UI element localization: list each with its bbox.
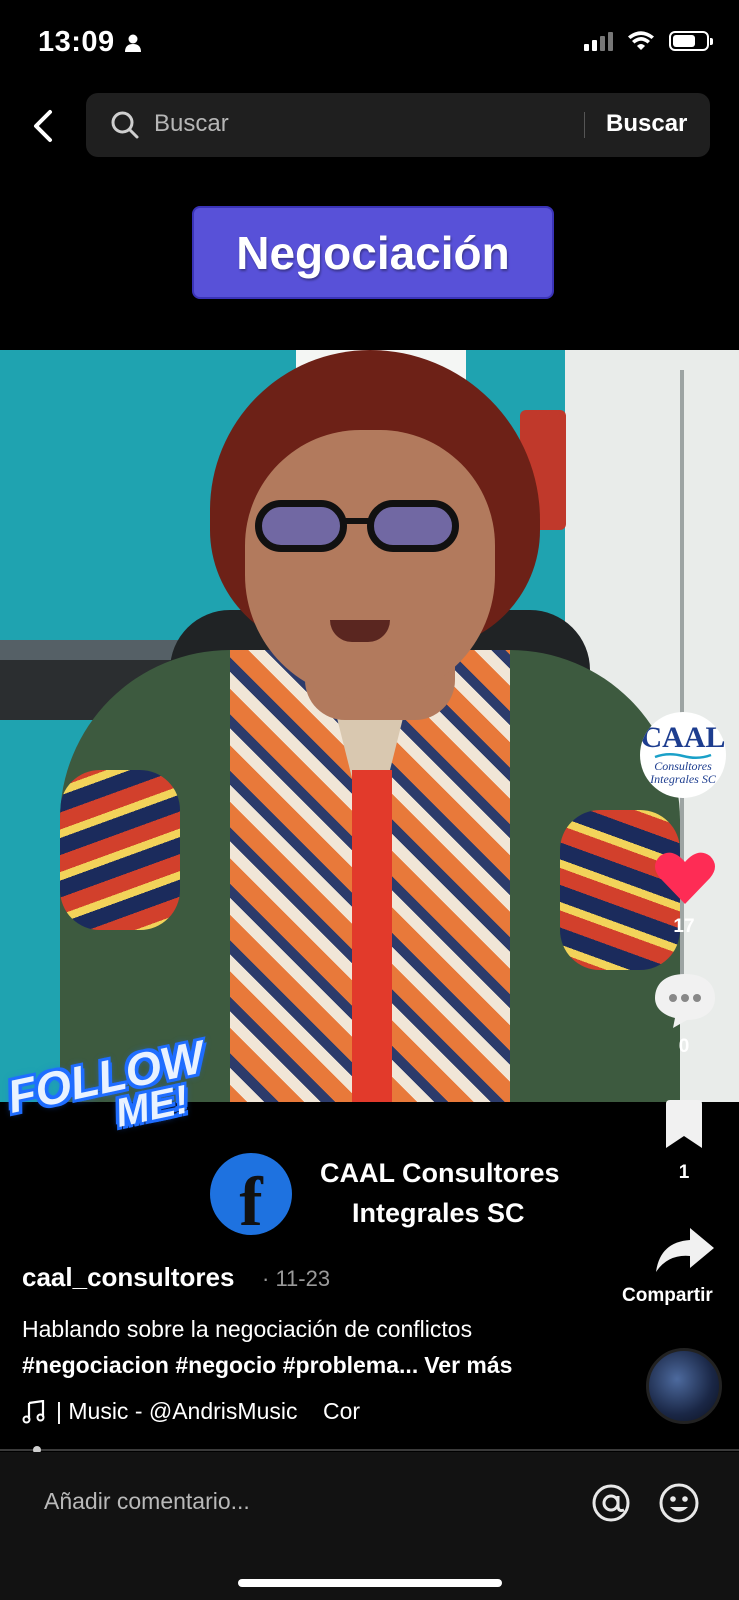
- share-label[interactable]: Compartir: [622, 1285, 713, 1307]
- video-player[interactable]: [0, 350, 739, 1102]
- page-name-line1: CAAL Consultores: [320, 1158, 560, 1188]
- search-input[interactable]: Buscar: [154, 110, 229, 138]
- music-info[interactable]: | Music - @AndrisMusic Cor: [22, 1398, 388, 1425]
- bookmark-button[interactable]: [662, 1100, 706, 1150]
- sleeve-left: [60, 770, 180, 930]
- comment-button[interactable]: [653, 972, 717, 1028]
- person-face: [245, 430, 495, 700]
- hashtags-line[interactable]: #negociacion #negocio #problema... Ver má…: [22, 1352, 512, 1379]
- playback-progress[interactable]: [0, 1449, 739, 1451]
- post-date: · 11-23: [262, 1266, 331, 1291]
- search-button[interactable]: Buscar: [606, 110, 687, 138]
- heart-icon: [655, 852, 715, 904]
- creator-username[interactable]: caal_consultores: [22, 1262, 234, 1293]
- bookmark-icon: [666, 1100, 702, 1148]
- creator-avatar[interactable]: CAAL Consultores Integrales SC: [640, 712, 726, 798]
- at-sign-icon: [592, 1484, 630, 1522]
- speech-bubble-icon: [655, 974, 715, 1028]
- hashtags[interactable]: #negociacion #negocio #problema...: [22, 1352, 418, 1378]
- music-disc[interactable]: [646, 1348, 722, 1424]
- page-name-line2: Integrales SC: [352, 1198, 525, 1228]
- search-icon: [111, 111, 139, 139]
- mention-button[interactable]: [590, 1482, 632, 1524]
- smiley-icon: [659, 1483, 699, 1523]
- see-more-link[interactable]: Ver más: [424, 1352, 512, 1378]
- battery-icon: [669, 31, 713, 51]
- video-description: Hablando sobre la negociación de conflic…: [22, 1316, 473, 1342]
- home-indicator[interactable]: [238, 1579, 502, 1587]
- emoji-button[interactable]: [658, 1482, 700, 1524]
- like-button[interactable]: [654, 850, 716, 906]
- share-button[interactable]: [654, 1226, 716, 1274]
- status-time: 13:09: [38, 26, 143, 59]
- music-text: | Music - @AndrisMusic Cor: [56, 1398, 361, 1424]
- shirt-stripe: [352, 770, 392, 1102]
- avatar-logo-text: CAAL: [640, 721, 726, 754]
- glasses: [255, 500, 465, 560]
- facebook-icon: f: [210, 1153, 292, 1241]
- signal-icon: [584, 31, 613, 51]
- wifi-icon: [628, 31, 654, 50]
- back-button[interactable]: [26, 104, 66, 148]
- avatar-logo-sub2: Integrales SC: [650, 772, 716, 786]
- share-arrow-icon: [656, 1228, 714, 1272]
- comment-count: 0: [678, 1036, 690, 1057]
- search-divider: [584, 112, 585, 138]
- status-icons: [584, 30, 713, 52]
- comment-input[interactable]: Añadir comentario...: [44, 1488, 250, 1515]
- music-note-icon: [22, 1399, 45, 1423]
- chevron-left-icon: [34, 110, 52, 142]
- person-icon: [124, 34, 141, 52]
- comment-bar: [0, 1452, 739, 1600]
- bookmark-count: 1: [678, 1162, 690, 1183]
- status-time-text: 13:09: [38, 26, 115, 58]
- video-title-badge: Negociación: [192, 206, 554, 299]
- like-count: 17: [673, 916, 695, 937]
